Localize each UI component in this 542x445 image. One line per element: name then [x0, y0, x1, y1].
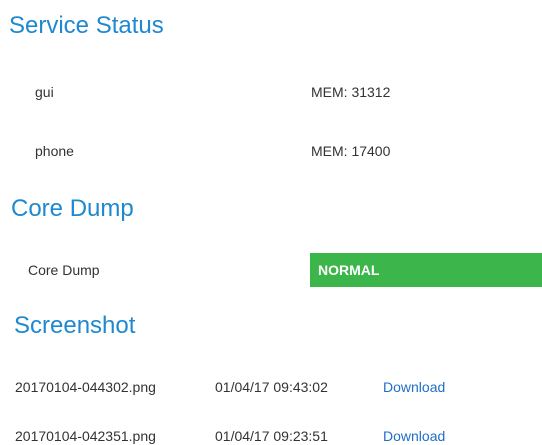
screenshot-filename: 20170104-042351.png: [15, 428, 156, 444]
core-dump-status-badge: NORMAL: [310, 253, 542, 287]
core-dump-status-text: NORMAL: [318, 262, 380, 278]
download-link[interactable]: Download: [383, 427, 445, 445]
status-page: Service Status gui MEM: 31312 phone MEM:…: [0, 0, 542, 445]
download-link[interactable]: Download: [383, 378, 445, 396]
core-dump-label: Core Dump: [28, 262, 100, 278]
service-name: gui: [35, 84, 54, 100]
service-mem: MEM: 31312: [311, 84, 391, 100]
screenshot-datetime: 01/04/17 09:23:51: [215, 428, 328, 444]
screenshot-title: Screenshot: [14, 312, 136, 339]
service-mem: MEM: 17400: [311, 143, 391, 159]
service-status-title: Service Status: [9, 12, 164, 39]
screenshot-filename: 20170104-044302.png: [15, 379, 156, 395]
core-dump-title: Core Dump: [11, 195, 134, 222]
service-name: phone: [35, 143, 74, 159]
screenshot-datetime: 01/04/17 09:43:02: [215, 379, 328, 395]
